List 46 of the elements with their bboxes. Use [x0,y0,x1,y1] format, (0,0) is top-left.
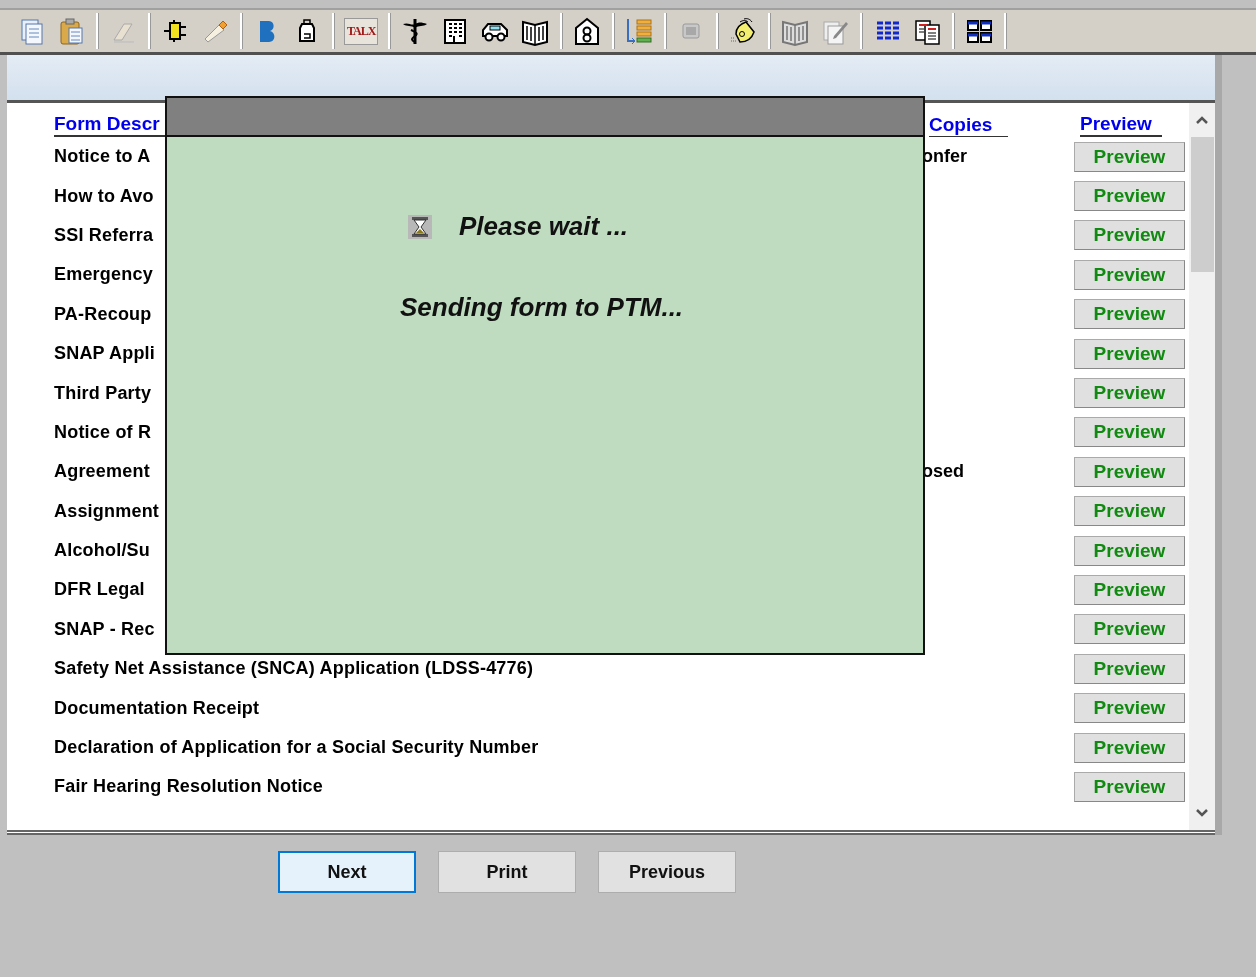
column-header[interactable]: Preview [1080,113,1162,137]
table-cell: Notice to A [54,146,151,168]
preview-button[interactable]: Preview [1074,771,1185,802]
wait-title: Please wait ... [459,211,629,242]
preview-button[interactable]: Preview [1074,693,1185,724]
table-cell: How to Avo [54,185,154,207]
preview-button[interactable]: Preview [1074,535,1185,566]
table-cell: Agreement [54,461,150,483]
table-cell: SSI Referra [54,224,154,246]
table-cell: Third Party [54,382,152,404]
list-icon[interactable] [624,16,655,46]
table-cell: Fair Hearing Resolution Notice [54,776,324,798]
column-header[interactable]: Copies [929,114,1009,137]
table-cell: DFR Legal [54,579,145,601]
talx-icon[interactable]: TALX [344,17,379,45]
preview-button[interactable]: Preview [1074,181,1185,212]
table-cell: SNAP Appli [54,343,155,365]
preview-button[interactable]: Preview [1074,732,1185,763]
preview-button[interactable]: Preview [1074,141,1185,172]
preview-button[interactable]: Preview [1074,338,1185,369]
nav-button[interactable]: Next [278,851,416,893]
hourglass-icon [407,213,433,240]
preview-button[interactable]: Preview [1074,417,1185,448]
preview-button[interactable]: Preview [1074,299,1185,330]
table-cell: PA-Recoup [54,303,152,325]
table-cell: Declaration of Application for a Social Security Number [54,737,539,759]
table-cell: Assignment [54,500,160,522]
preview-button[interactable]: Preview [1074,575,1185,605]
preview-button[interactable]: Preview [1074,456,1185,487]
preview-button[interactable]: Preview [1074,259,1185,290]
preview-button[interactable]: Preview [1074,378,1185,409]
preview-button[interactable]: Preview [1074,220,1185,251]
preview-button[interactable]: Preview [1074,496,1185,527]
nav-button[interactable]: Print [438,851,576,893]
preview-button[interactable]: Preview [1074,653,1185,684]
nav-button[interactable]: Previous [598,851,736,893]
preview-button[interactable]: Preview [1074,614,1185,645]
table-cell: Emergency [54,264,153,286]
scrollbar[interactable] [1189,103,1215,830]
table-cell: SNAP - Rec [54,618,155,640]
table-cell: Notice of R [54,421,152,443]
table-cell: Alcohol/Su [54,540,150,562]
table-cell: Safety Net Assistance (SNCA) Application (LDSS-4776) [54,658,534,680]
status-message: Sending form to PTM... [400,292,685,323]
table-cell: Documentation Receipt [54,697,260,719]
scroll-thumb[interactable] [1190,137,1214,272]
